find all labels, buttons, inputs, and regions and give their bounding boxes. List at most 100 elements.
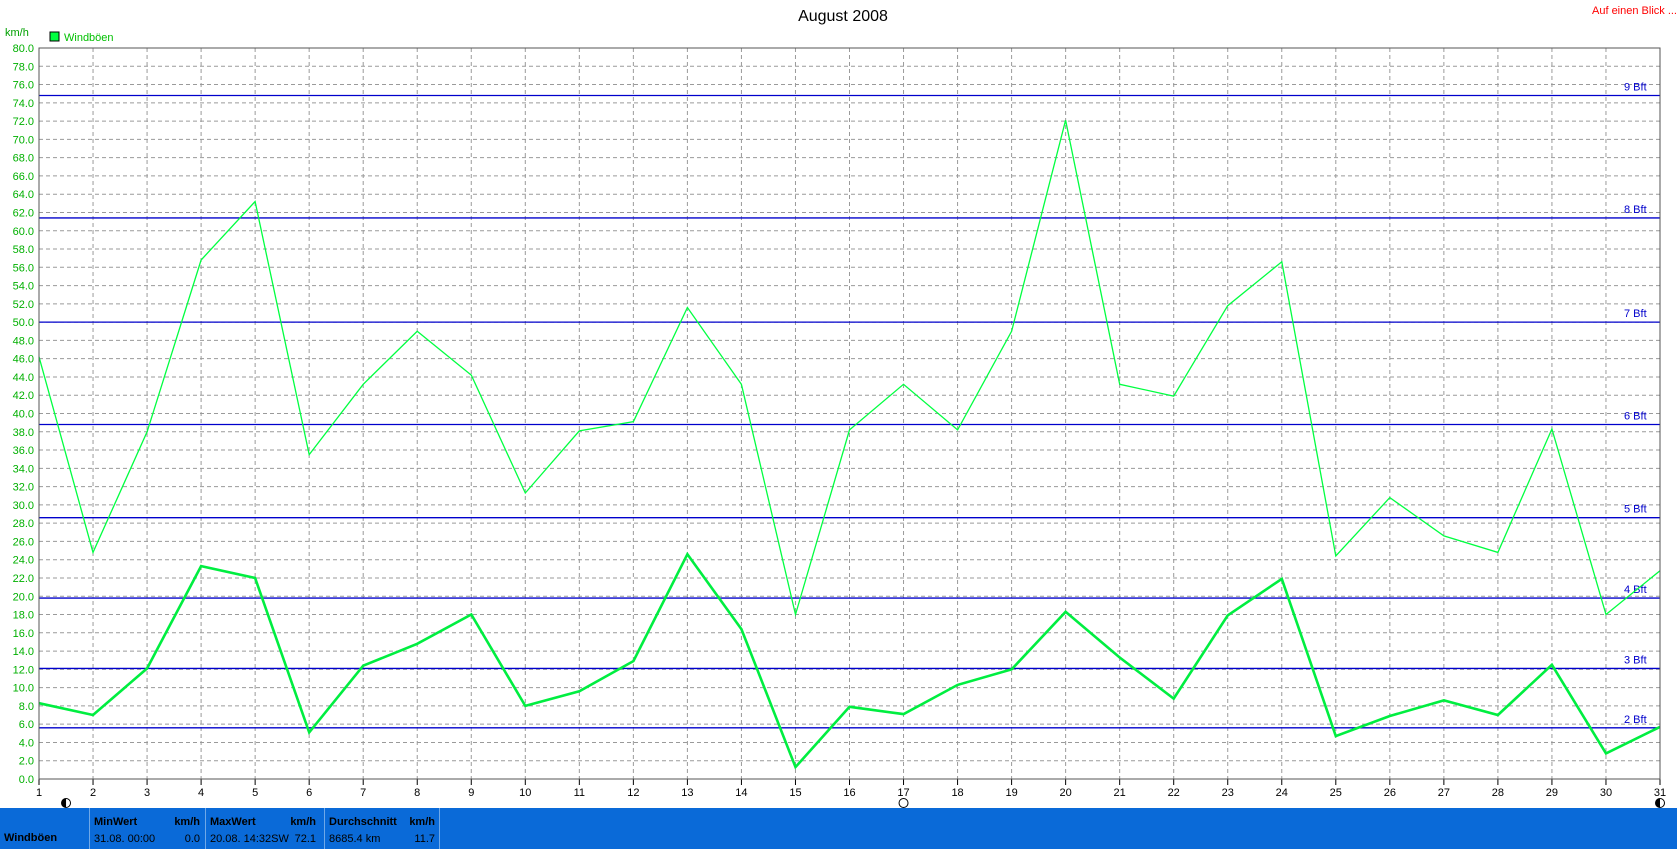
moon-outline — [898, 798, 909, 808]
x-tick-label: 25 — [1330, 787, 1342, 799]
y-tick-label: 8.0 — [19, 701, 34, 713]
y-tick-label: 14.0 — [13, 646, 34, 658]
y-tick-label: 52.0 — [13, 299, 34, 311]
y-tick-label: 60.0 — [13, 226, 34, 238]
y-axis-unit: km/h — [5, 27, 29, 39]
x-tick-label: 20 — [1060, 787, 1072, 799]
x-tick-label: 22 — [1168, 787, 1180, 799]
x-tick-label: 18 — [951, 787, 963, 799]
min-value-unit: km/h — [174, 816, 200, 828]
beaufort-label: 2 Bft — [1624, 714, 1647, 726]
average-head: Durchschnitt — [329, 816, 397, 828]
y-tick-label: 64.0 — [13, 189, 34, 201]
x-tick-label: 11 — [574, 787, 585, 799]
y-tick-label: 16.0 — [13, 628, 34, 640]
y-tick-label: 22.0 — [13, 573, 34, 585]
y-tick-label: 68.0 — [13, 153, 34, 165]
beaufort-label: 3 Bft — [1624, 654, 1647, 666]
half-moon-icon — [61, 798, 72, 808]
y-tick-label: 36.0 — [13, 445, 34, 457]
y-tick-label: 62.0 — [13, 207, 34, 219]
y-tick-label: 54.0 — [13, 281, 34, 293]
x-tick-label: 13 — [681, 787, 693, 799]
min-value-number: 0.0 — [184, 833, 200, 845]
x-tick-label: 6 — [306, 787, 312, 799]
y-tick-label: 30.0 — [13, 500, 34, 512]
x-tick-label: 14 — [735, 787, 747, 799]
x-tick-label: 10 — [519, 787, 531, 799]
y-tick-label: 12.0 — [13, 664, 34, 676]
y-tick-label: 20.0 — [13, 591, 34, 603]
y-tick-label: 40.0 — [13, 409, 34, 421]
y-tick-label: 4.0 — [19, 737, 34, 749]
beaufort-label: 5 Bft — [1624, 504, 1647, 516]
x-tick-label: 21 — [1114, 787, 1126, 799]
y-tick-label: 78.0 — [13, 61, 34, 73]
overview-link[interactable]: Auf einen Blick ... — [1497, 5, 1677, 17]
wind-gust-chart: August 2008 km/h Windböen 9 Bft 8 Bft 7 Bf… — [5, 8, 1667, 808]
y-tick-label: 32.0 — [13, 482, 34, 494]
y-tick-label: 28.0 — [13, 518, 34, 530]
average-distance: 8685.4 km — [329, 833, 381, 845]
x-tick-label: 27 — [1438, 787, 1450, 799]
min-value-box: MinWert km/h 31.08. 00:00 0.0 — [89, 808, 204, 849]
full-moon-icon — [898, 798, 909, 808]
y-tick-label: 0.0 — [19, 774, 34, 786]
max-value-number: 72.1 — [294, 833, 316, 845]
y-tick-label: 26.0 — [13, 536, 34, 548]
x-tick-label: 23 — [1222, 787, 1234, 799]
x-tick-label: 26 — [1384, 787, 1396, 799]
x-tick-label: 7 — [360, 787, 366, 799]
beaufort-label: 9 Bft — [1624, 82, 1647, 94]
y-tick-label: 34.0 — [13, 463, 34, 475]
average-unit: km/h — [409, 816, 435, 828]
x-tick-label: 15 — [789, 787, 801, 799]
x-tick-label: 30 — [1600, 787, 1612, 799]
half-moon-icon — [1655, 798, 1665, 808]
y-tick-label: 48.0 — [13, 335, 34, 347]
y-tick-label: 72.0 — [13, 116, 34, 128]
x-tick-label: 8 — [414, 787, 420, 799]
y-tick-label: 66.0 — [13, 171, 34, 183]
y-tick-label: 42.0 — [13, 390, 34, 402]
min-value-time: 31.08. 00:00 — [94, 833, 156, 845]
x-tick-label: 28 — [1492, 787, 1504, 799]
y-tick-label: 74.0 — [13, 98, 34, 110]
axes: 0.0 2.0 4.0 6.0 8.0 10.0 12.0 14.0 16.0 18.0 20.0 2… — [13, 43, 1667, 799]
legend-swatch — [49, 31, 60, 42]
x-tick-label: 3 — [144, 787, 150, 799]
x-tick-label: 4 — [198, 787, 204, 799]
y-tick-label: 70.0 — [13, 134, 34, 146]
x-tick-label: 5 — [252, 787, 258, 799]
stats-label: Windböen — [4, 832, 58, 844]
x-tick-label: 24 — [1276, 787, 1288, 799]
beaufort-label: 7 Bft — [1624, 308, 1647, 320]
average-number: 11.7 — [414, 833, 435, 845]
max-value-head: MaxWert — [210, 816, 256, 828]
chart-title: August 2008 — [798, 8, 888, 25]
beaufort-label: 6 Bft — [1624, 410, 1647, 422]
y-tick-label: 76.0 — [13, 80, 34, 92]
y-tick-label: 38.0 — [13, 427, 34, 439]
x-tick-label: 12 — [627, 787, 639, 799]
y-tick-label: 50.0 — [13, 317, 34, 329]
x-tick-label: 1 — [36, 787, 42, 799]
y-tick-label: 46.0 — [13, 354, 34, 366]
max-value-box: MaxWert km/h 20.08. 14:32SW 72.1 — [205, 808, 320, 849]
grid — [39, 47, 1660, 779]
moon-phase-markers — [61, 798, 1665, 808]
x-tick-label: 17 — [897, 787, 909, 799]
x-tick-label: 29 — [1546, 787, 1558, 799]
x-tick-label: 9 — [468, 787, 474, 799]
x-tick-label: 19 — [1005, 787, 1017, 799]
x-tick-label: 2 — [90, 787, 96, 799]
y-tick-label: 6.0 — [19, 719, 34, 731]
y-tick-label: 44.0 — [13, 372, 34, 384]
max-value-time: 20.08. 14:32SW — [210, 833, 289, 845]
y-tick-label: 2.0 — [19, 756, 34, 768]
y-tick-label: 24.0 — [13, 555, 34, 567]
x-tick-label: 31 — [1654, 787, 1666, 799]
legend: Windböen — [49, 31, 114, 44]
beaufort-label: 8 Bft — [1624, 204, 1647, 216]
average-box: Durchschnitt km/h 8685.4 km 11.7 — [324, 808, 440, 849]
